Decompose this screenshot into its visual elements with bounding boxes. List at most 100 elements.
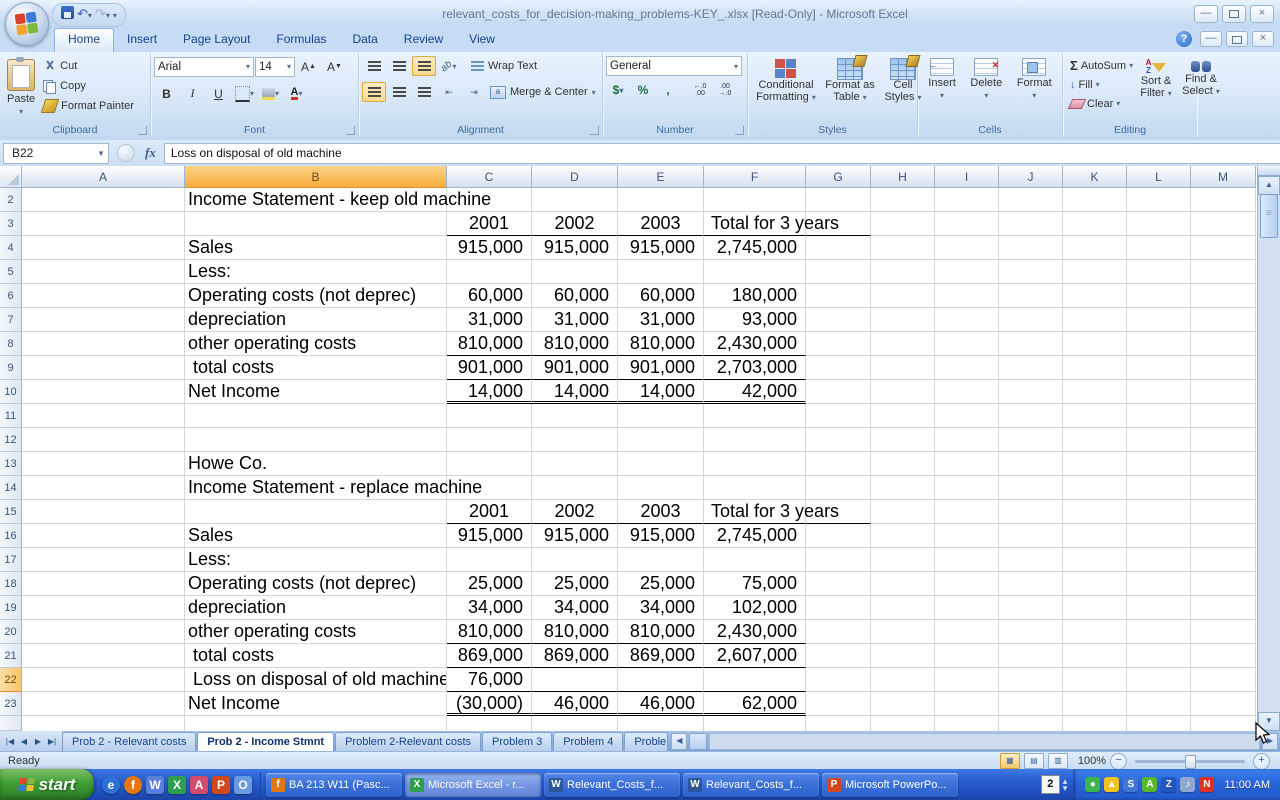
- row-header-5[interactable]: 5: [0, 260, 22, 284]
- font-color-button[interactable]: A▾: [284, 83, 309, 104]
- row-header-14[interactable]: 14: [0, 476, 22, 500]
- cell-K20[interactable]: [1063, 620, 1127, 644]
- cell-I3[interactable]: [935, 212, 999, 236]
- cell-G12[interactable]: [806, 428, 871, 452]
- cell-A22[interactable]: [22, 668, 185, 692]
- cell-F23[interactable]: 62,000: [704, 692, 806, 716]
- cell-D11[interactable]: [532, 404, 618, 428]
- help-icon[interactable]: ?: [1176, 31, 1192, 47]
- cell-M17[interactable]: [1191, 548, 1256, 572]
- cell-D19[interactable]: 34,000: [532, 596, 618, 620]
- close-button[interactable]: ×: [1250, 5, 1274, 23]
- cell-E6[interactable]: 60,000: [618, 284, 704, 308]
- cell-I20[interactable]: [935, 620, 999, 644]
- cell-B16[interactable]: Sales: [185, 524, 447, 548]
- cell-G6[interactable]: [806, 284, 871, 308]
- font-dialog-launcher[interactable]: [346, 126, 355, 135]
- cell-C21[interactable]: 869,000: [447, 644, 532, 668]
- cell-D18[interactable]: 25,000: [532, 572, 618, 596]
- delete-cells-button[interactable]: Delete▾: [966, 56, 1006, 122]
- cell-D6[interactable]: 60,000: [532, 284, 618, 308]
- tab-review[interactable]: Review: [391, 28, 456, 51]
- cell-H8[interactable]: [871, 332, 935, 356]
- currency-format-button[interactable]: $▾: [606, 80, 630, 100]
- cell-L3[interactable]: [1127, 212, 1191, 236]
- align-bottom-button[interactable]: [412, 56, 436, 76]
- cell-C11[interactable]: [447, 404, 532, 428]
- cell-M10[interactable]: [1191, 380, 1256, 404]
- cell-C13[interactable]: [447, 452, 532, 476]
- cell-L17[interactable]: [1127, 548, 1191, 572]
- cell-I10[interactable]: [935, 380, 999, 404]
- row-header-2[interactable]: 2: [0, 188, 22, 212]
- cell-J20[interactable]: [999, 620, 1063, 644]
- cell-M8[interactable]: [1191, 332, 1256, 356]
- column-header-E[interactable]: E: [618, 166, 704, 188]
- name-box[interactable]: B22▼: [3, 143, 109, 164]
- office-button[interactable]: [5, 2, 49, 46]
- cell-K21[interactable]: [1063, 644, 1127, 668]
- sheet-tab-problem-3[interactable]: Problem 3: [482, 732, 552, 751]
- cell-I13[interactable]: [935, 452, 999, 476]
- cell-A16[interactable]: [22, 524, 185, 548]
- cell-H6[interactable]: [871, 284, 935, 308]
- workbook-restore-button[interactable]: [1226, 31, 1248, 47]
- cell-E23[interactable]: 46,000: [618, 692, 704, 716]
- cell-E7[interactable]: 31,000: [618, 308, 704, 332]
- cell-C19[interactable]: 34,000: [447, 596, 532, 620]
- cell-H14[interactable]: [871, 476, 935, 500]
- cell-J8[interactable]: [999, 332, 1063, 356]
- cell-F13[interactable]: [704, 452, 806, 476]
- cell-M3[interactable]: [1191, 212, 1256, 236]
- column-header-F[interactable]: F: [704, 166, 806, 188]
- cell-J17[interactable]: [999, 548, 1063, 572]
- cell-A18[interactable]: [22, 572, 185, 596]
- cell-B7[interactable]: depreciation: [185, 308, 447, 332]
- cell-I5[interactable]: [935, 260, 999, 284]
- row-header-21[interactable]: 21: [0, 644, 22, 668]
- cell-B4[interactable]: Sales: [185, 236, 447, 260]
- taskbar-chevron-icon[interactable]: ▴▾: [1063, 778, 1068, 792]
- cell-A15[interactable]: [22, 500, 185, 524]
- cell-L8[interactable]: [1127, 332, 1191, 356]
- cell-J12[interactable]: [999, 428, 1063, 452]
- find-select-button[interactable]: Find & Select ▾: [1178, 56, 1224, 122]
- select-all-corner[interactable]: [0, 166, 22, 188]
- cell-E14[interactable]: [618, 476, 704, 500]
- cell-E16[interactable]: 915,000: [618, 524, 704, 548]
- cell-J9[interactable]: [999, 356, 1063, 380]
- increase-indent-button[interactable]: ⇥: [462, 82, 486, 102]
- cell-J3[interactable]: [999, 212, 1063, 236]
- scroll-right-button[interactable]: ▶: [1262, 733, 1278, 750]
- sheet-tab-proble[interactable]: Proble: [624, 732, 668, 751]
- zoom-out-button[interactable]: −: [1110, 753, 1127, 770]
- vertical-scroll-thumb[interactable]: [1260, 194, 1278, 238]
- fill-color-button[interactable]: ▾: [258, 83, 283, 104]
- cell-F18[interactable]: 75,000: [704, 572, 806, 596]
- cell-H15[interactable]: [871, 500, 935, 524]
- cell-B19[interactable]: depreciation: [185, 596, 447, 620]
- cell-C15[interactable]: 2001: [447, 500, 532, 524]
- cell-B18[interactable]: Operating costs (not deprec): [185, 572, 447, 596]
- cell-A14[interactable]: [22, 476, 185, 500]
- comma-format-button[interactable]: ,: [656, 80, 680, 100]
- align-center-button[interactable]: [387, 82, 411, 102]
- cell-A17[interactable]: [22, 548, 185, 572]
- cell-J13[interactable]: [999, 452, 1063, 476]
- taskbar-button[interactable]: PMicrosoft PowerPo...: [822, 773, 958, 797]
- cell-F16[interactable]: 2,745,000: [704, 524, 806, 548]
- decrease-indent-button[interactable]: ⇤: [437, 82, 461, 102]
- wrap-text-button[interactable]: Wrap Text: [471, 56, 537, 76]
- firefox-icon[interactable]: f: [124, 776, 142, 794]
- cell-C17[interactable]: [447, 548, 532, 572]
- cell-G22[interactable]: [806, 668, 871, 692]
- tab-page-layout[interactable]: Page Layout: [170, 28, 263, 51]
- cell-J16[interactable]: [999, 524, 1063, 548]
- cell-I8[interactable]: [935, 332, 999, 356]
- cell-I18[interactable]: [935, 572, 999, 596]
- cell-L12[interactable]: [1127, 428, 1191, 452]
- column-header-A[interactable]: A: [22, 166, 185, 188]
- cell-K4[interactable]: [1063, 236, 1127, 260]
- cell-J2[interactable]: [999, 188, 1063, 212]
- cell-E22[interactable]: [618, 668, 704, 692]
